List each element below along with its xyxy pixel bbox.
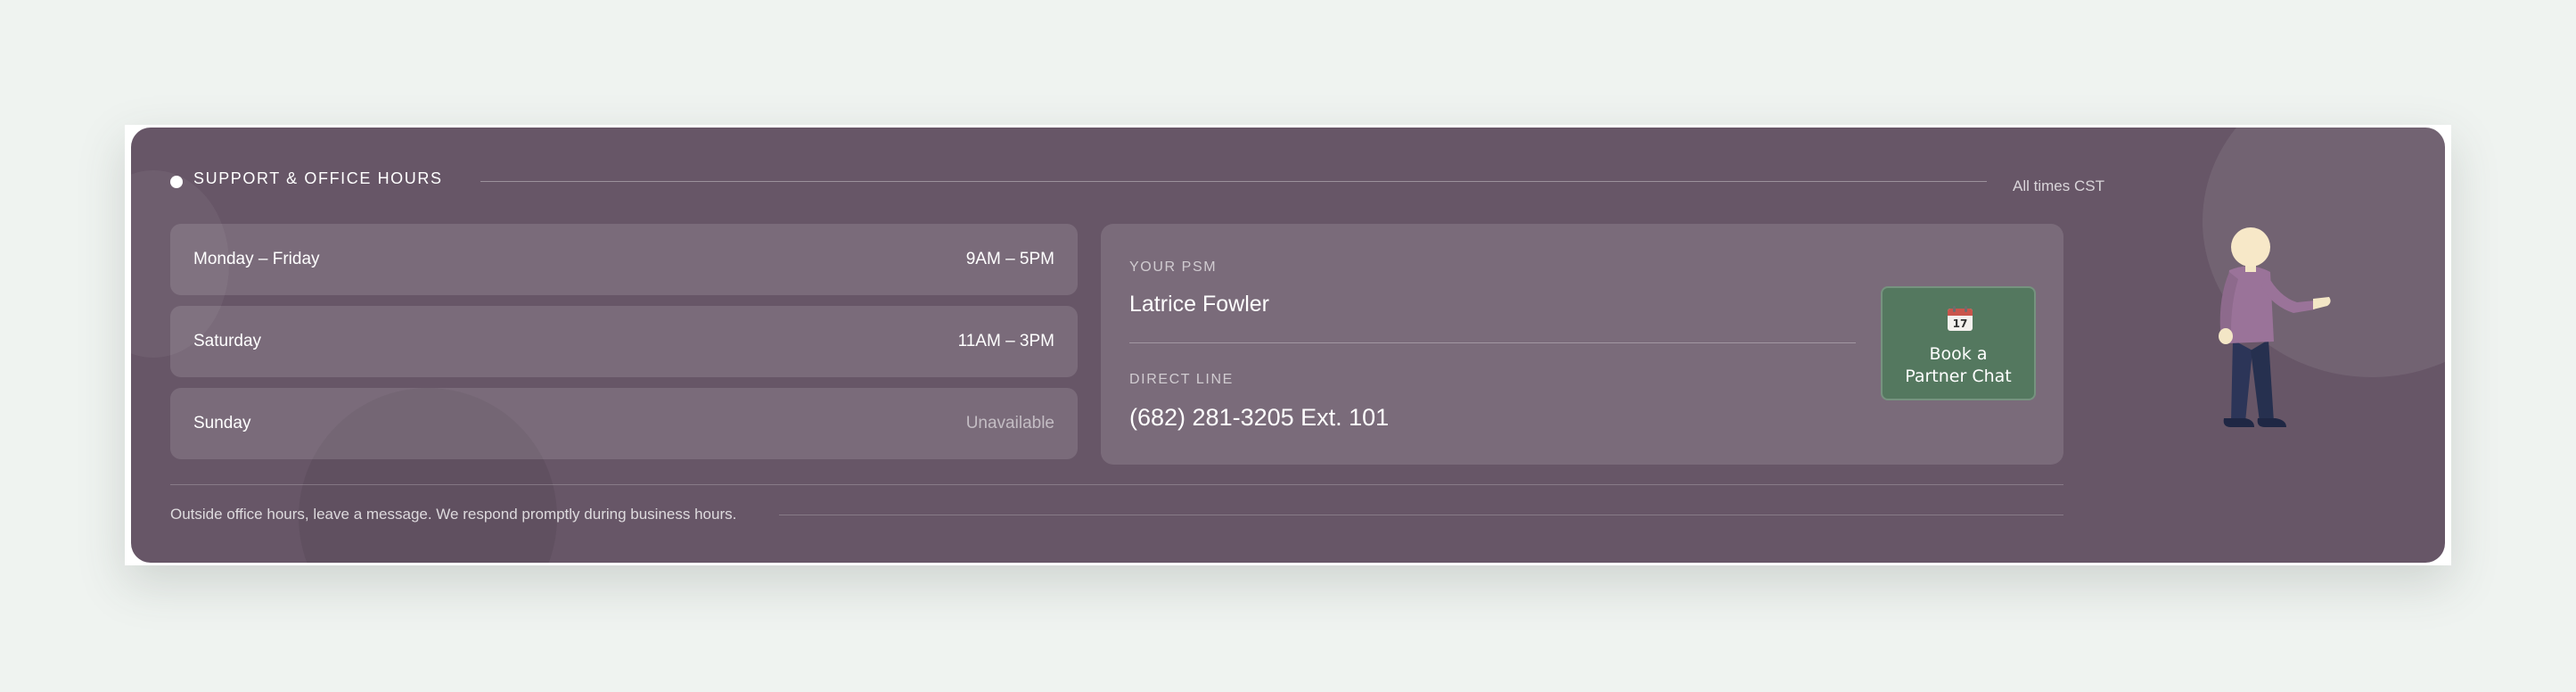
hours-row-sunday: Sunday Unavailable [170,388,1078,459]
hours-row-weekdays: Monday – Friday 9AM – 5PM [170,224,1078,295]
hours-time: 11AM – 3PM [957,332,1054,350]
psm-contact-panel: YOUR PSM Latrice Fowler DIRECT LINE (682… [1101,224,2063,465]
hours-day: Monday – Friday [193,250,320,268]
person-pointing-icon [2219,227,2331,427]
support-card: SUPPORT & OFFICE HOURS All times CST Mon… [131,128,2445,563]
section-header: SUPPORT & OFFICE HOURS All times CST [170,163,2104,217]
book-partner-chat-button[interactable]: 17 Book a Partner Chat [1881,286,2036,400]
calendar-icon: 17 [1948,306,1973,331]
psm-name: Latrice Fowler [1129,292,1269,317]
panel-divider [1129,342,1856,343]
psm-label: YOUR PSM [1129,260,1218,275]
hours-time: Unavailable [965,414,1054,432]
calendar-day-text: 17 [1953,317,1968,330]
bullet-dot-icon [170,176,183,188]
hours-day: Sunday [193,414,251,432]
book-button-label: Book a Partner Chat [1905,344,2012,386]
footer-divider [170,484,2063,485]
header-rule [480,181,1987,182]
direct-line-phone[interactable]: (682) 281-3205 Ext. 101 [1129,404,1389,432]
section-title: SUPPORT & OFFICE HOURS [193,169,443,187]
hours-row-saturday: Saturday 11AM – 3PM [170,306,1078,377]
hours-day: Saturday [193,332,262,350]
direct-line-label: DIRECT LINE [1129,372,1234,387]
support-widget-frame: SUPPORT & OFFICE HOURS All times CST Mon… [125,125,2451,565]
timezone-note: All times CST [2013,177,2104,194]
footer-note: Outside office hours, leave a message. W… [170,506,737,523]
hours-time: 9AM – 5PM [965,250,1054,268]
